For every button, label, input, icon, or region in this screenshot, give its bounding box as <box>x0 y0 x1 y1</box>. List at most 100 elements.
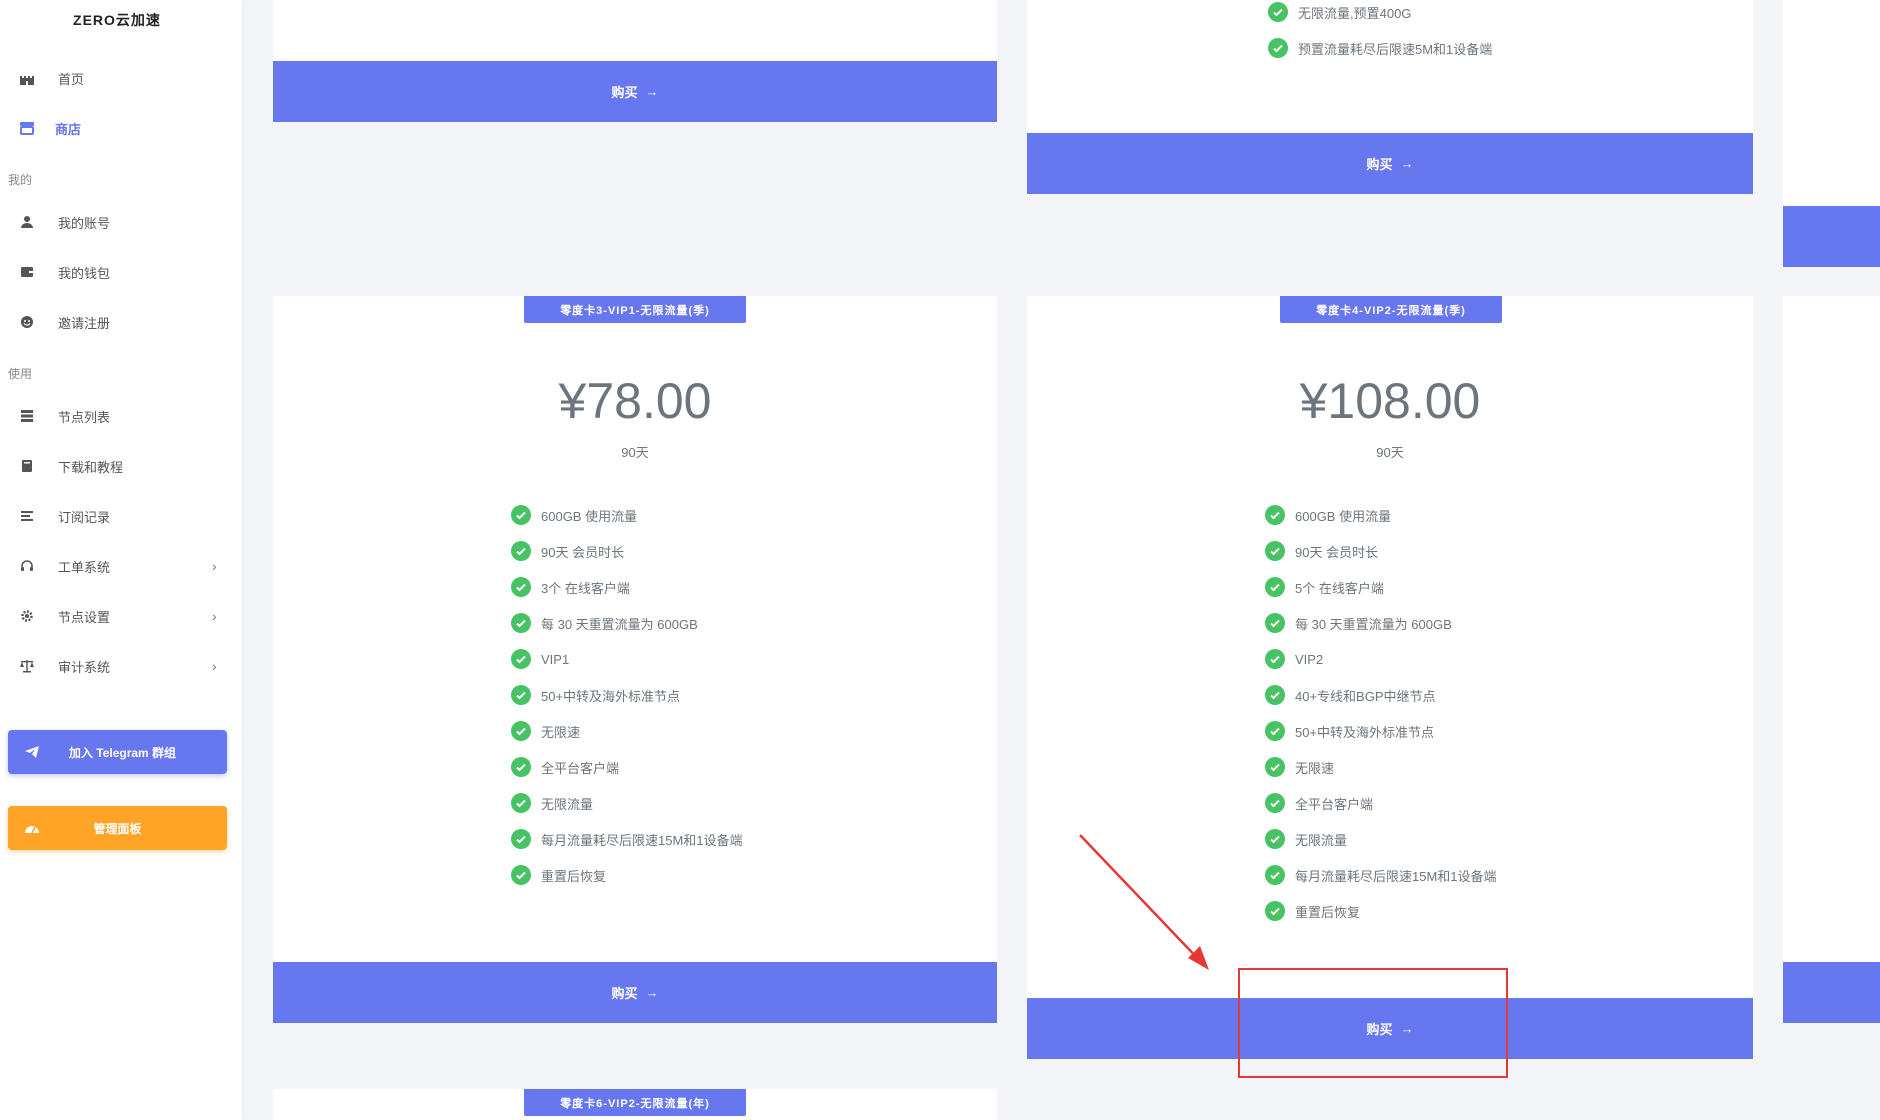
feature-item: 全平台客户端 <box>511 756 619 778</box>
brand-title[interactable]: ZERO云加速 <box>0 10 234 30</box>
sidebar-item-wallet[interactable]: 我的钱包 <box>0 257 242 287</box>
scale-icon <box>18 657 36 675</box>
join-telegram-button[interactable]: 加入 Telegram 群组 <box>8 730 227 774</box>
feature-item: VIP1 <box>511 648 569 670</box>
sidebar-item-label: 节点列表 <box>58 409 111 425</box>
feature-item: 50+中转及海外标准节点 <box>1265 720 1434 742</box>
check-circle-icon <box>511 685 531 705</box>
plan-badge: 零度卡3-VIP1-无限流量(季) <box>524 296 746 323</box>
annotation-highlight-box <box>1238 968 1508 1078</box>
section-label-mine: 我的 <box>8 173 33 187</box>
feature-item: VIP2 <box>1265 648 1323 670</box>
check-circle-icon <box>1265 613 1285 633</box>
feature-item: 5个 在线客户端 <box>1265 576 1384 598</box>
check-circle-icon <box>511 649 531 669</box>
sidebar-item-audit[interactable]: 审计系统 › <box>0 651 242 681</box>
feature-item: 50+中转及海外标准节点 <box>511 684 680 706</box>
admin-panel-button[interactable]: 管理面板 <box>8 806 227 850</box>
sidebar-item-label: 邀请注册 <box>58 315 111 331</box>
sidebar-item-tickets[interactable]: 工单系统 › <box>0 551 242 581</box>
sidebar-item-label: 工单系统 <box>58 559 111 575</box>
buy-button-label: 购买 <box>611 85 638 100</box>
buy-button[interactable]: 购买 → <box>1027 133 1753 194</box>
pricing-card-right-partial <box>1783 296 1880 963</box>
feature-item: 每 30 天重置流量为 600GB <box>1265 612 1452 634</box>
check-circle-icon <box>511 721 531 741</box>
check-circle-icon <box>511 757 531 777</box>
check-circle-icon <box>1265 865 1285 885</box>
check-circle-icon <box>511 541 531 561</box>
check-circle-icon <box>1268 2 1288 22</box>
pricing-card-vip2: 零度卡4-VIP2-无限流量(季) ¥108.00 90天 600GB 使用流量… <box>1027 296 1753 999</box>
list-icon <box>18 507 36 525</box>
check-circle-icon <box>511 793 531 813</box>
check-circle-icon <box>1268 38 1288 58</box>
buy-button[interactable]: 购买 → <box>273 962 997 1023</box>
arrow-right-icon: → <box>1400 156 1414 171</box>
check-circle-icon <box>511 613 531 633</box>
feature-item: 90天 会员时长 <box>1265 540 1378 562</box>
sidebar: ZERO云加速 首页 商店 我的 我的账号 我的钱包 邀请注册 使用 节点列表 … <box>0 0 242 1120</box>
check-circle-icon <box>1265 649 1285 669</box>
sidebar-item-label: 我的钱包 <box>58 265 111 281</box>
buy-button-partial[interactable] <box>1783 206 1880 267</box>
plan-period: 90天 <box>621 445 649 460</box>
headset-icon <box>18 557 36 575</box>
sidebar-item-label: 商店 <box>55 121 82 137</box>
chevron-right-icon: › <box>212 558 217 574</box>
plan-badge: 零度卡6-VIP2-无限流量(年) <box>524 1089 746 1116</box>
join-telegram-label: 加入 Telegram 群组 <box>68 745 177 760</box>
chevron-right-icon: › <box>212 658 217 674</box>
sidebar-item-node-settings[interactable]: 节点设置 › <box>0 601 242 631</box>
user-icon <box>18 213 36 231</box>
plan-price: ¥108.00 <box>1299 373 1481 429</box>
server-icon <box>18 407 36 425</box>
feature-item: 每 30 天重置流量为 600GB <box>511 612 698 634</box>
sidebar-item-home[interactable]: 首页 <box>0 63 242 93</box>
check-circle-icon <box>1265 721 1285 741</box>
gear-icon <box>18 607 36 625</box>
feature-item: 600GB 使用流量 <box>1265 504 1391 526</box>
check-circle-icon <box>1265 541 1285 561</box>
feature-item: 重置后恢复 <box>511 864 606 886</box>
buy-button-label: 购买 <box>611 986 638 1001</box>
plan-period: 90天 <box>1376 445 1404 460</box>
feature-item: 每月流量耗尽后限速15M和1设备端 <box>511 828 743 850</box>
sidebar-item-invite[interactable]: 邀请注册 <box>0 307 242 337</box>
feature-item: 600GB 使用流量 <box>511 504 637 526</box>
feature-item: 无限流量 <box>1265 828 1347 850</box>
feature-item: 预置流量耗尽后限速5M和1设备端 <box>1268 37 1492 59</box>
plan-price: ¥78.00 <box>558 373 712 429</box>
plan-badge: 零度卡4-VIP2-无限流量(季) <box>1280 296 1502 323</box>
pricing-card-vip1: 零度卡3-VIP1-无限流量(季) ¥78.00 90天 600GB 使用流量 … <box>273 296 997 963</box>
castle-icon <box>18 69 36 87</box>
feature-item: 90天 会员时长 <box>511 540 624 562</box>
sidebar-item-label: 下载和教程 <box>58 459 124 475</box>
sidebar-item-store[interactable]: 商店 <box>0 113 242 143</box>
sidebar-item-label: 首页 <box>58 71 85 87</box>
store-icon <box>18 119 36 137</box>
sidebar-item-nodes[interactable]: 节点列表 <box>0 401 242 431</box>
buy-button-label: 购买 <box>1366 157 1393 172</box>
sidebar-item-label: 节点设置 <box>58 609 111 625</box>
check-circle-icon <box>511 577 531 597</box>
feature-item: 无限速 <box>511 720 580 742</box>
check-circle-icon <box>1265 829 1285 849</box>
sidebar-item-label: 我的账号 <box>58 215 111 231</box>
arrow-right-icon: → <box>645 84 659 99</box>
check-circle-icon <box>1265 505 1285 525</box>
check-circle-icon <box>1265 793 1285 813</box>
sidebar-item-subscriptions[interactable]: 订阅记录 <box>0 501 242 531</box>
sidebar-item-downloads[interactable]: 下载和教程 <box>0 451 242 481</box>
check-circle-icon <box>1265 577 1285 597</box>
pricing-card-bottom-partial: 零度卡6-VIP2-无限流量(年) <box>273 1089 997 1120</box>
chevron-right-icon: › <box>212 608 217 624</box>
buy-button-partial[interactable] <box>1783 962 1880 1023</box>
check-circle-icon <box>511 505 531 525</box>
feature-item: 全平台客户端 <box>1265 792 1373 814</box>
sidebar-item-account[interactable]: 我的账号 <box>0 207 242 237</box>
sidebar-item-label: 审计系统 <box>58 659 111 675</box>
buy-button[interactable]: 购买 → <box>273 61 997 122</box>
check-circle-icon <box>511 829 531 849</box>
sidebar-item-label: 订阅记录 <box>58 509 111 525</box>
